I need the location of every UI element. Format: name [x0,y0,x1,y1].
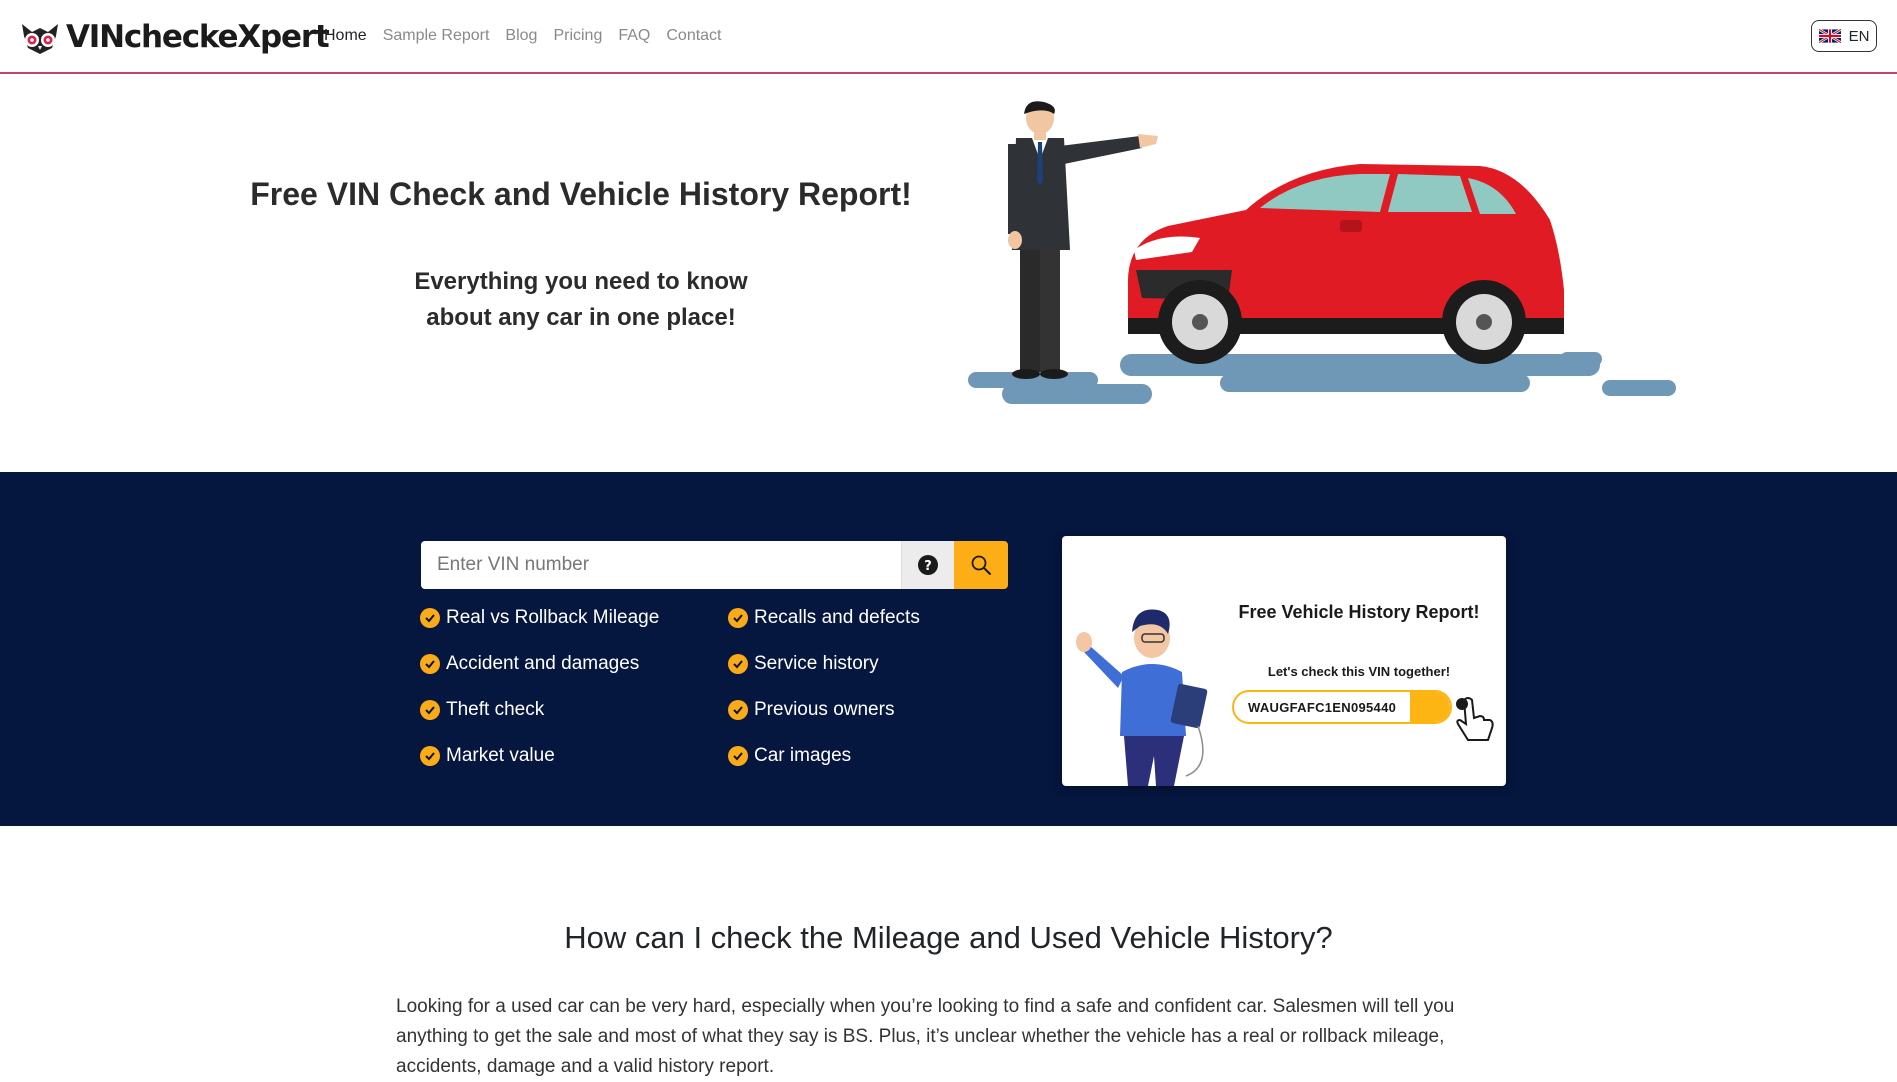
vin-search-button[interactable] [954,541,1008,589]
feature-item: Recalls and defects [728,607,920,629]
brand-name: VINcheckeXpert [66,18,330,55]
check-circle-icon [728,654,748,674]
section-body: Looking for a used car can be very hard,… [396,996,1455,1077]
logo[interactable]: VINcheckeXpert [18,14,330,60]
nav-contact[interactable]: Contact [666,27,721,45]
nav-faq[interactable]: FAQ [618,27,650,45]
feature-item: Service history [728,653,879,675]
hero-title: Free VIN Check and Vehicle History Repor… [250,176,912,212]
feature-item: Accident and damages [420,653,639,675]
puddle-shape [968,352,1676,404]
navbar: VINcheckeXpert Home Sample Report Blog P… [0,0,1897,74]
check-circle-icon [728,700,748,720]
nav-blog[interactable]: Blog [505,27,537,45]
owl-logo-icon [22,24,58,54]
nav-home[interactable]: Home [324,27,367,45]
check-circle-icon [420,654,440,674]
check-circle-icon [728,746,748,766]
vin-search-form: ? [421,541,1008,589]
salesman-car-illustration [968,101,1676,404]
check-circle-icon [728,608,748,628]
magnifier-icon [971,555,991,575]
hero-subtitle: Everything you need to know about any ca… [330,264,832,336]
feature-item: Real vs Rollback Mileage [420,607,659,629]
feature-label: Real vs Rollback Mileage [446,607,660,628]
promo-subtitle: Let's check this VIN together! [1267,664,1451,679]
check-circle-icon [420,700,440,720]
language-label: EN [1848,27,1870,45]
feature-label: Service history [754,653,879,674]
svg-text:?: ? [924,559,932,574]
feature-item: Theft check [420,699,544,721]
feature-item: Car images [728,745,851,767]
vin-help-button[interactable]: ? [901,541,954,589]
feature-label: Car images [754,745,852,766]
free-report-promo-card[interactable]: Free Vehicle History Report! Let's check… [1062,536,1506,786]
promo-vin-field: WAUGFAFC1EN095440 [1232,690,1452,724]
check-circle-icon [420,746,440,766]
nav-sample-report[interactable]: Sample Report [383,27,490,45]
feature-label: Recalls and defects [754,607,920,628]
promo-vin-button [1410,692,1450,722]
feature-label: Theft check [446,699,545,720]
vin-input[interactable] [421,541,901,589]
feature-item: Previous owners [728,699,894,721]
red-car-illustration [1127,164,1564,364]
man-with-tablet-illustration [1076,609,1208,786]
promo-title: Free Vehicle History Report! [1238,602,1480,622]
language-selector[interactable]: EN [1811,20,1877,52]
main-nav: Home Sample Report Blog Pricing FAQ Cont… [324,27,738,45]
search-section [0,472,1897,826]
feature-label: Accident and damages [446,653,640,674]
hero-subtitle-line-2: about any car in one place! [426,304,736,331]
feature-item: Market value [420,745,555,767]
feature-label: Market value [446,745,555,766]
question-circle-icon: ? [918,555,938,575]
section-title: How can I check the Mileage and Used Veh… [564,920,1333,955]
hero-subtitle-line-1: Everything you need to know [414,268,748,295]
salesman-figure [1008,101,1158,379]
pointing-hand-icon [1456,697,1494,741]
feature-label: Previous owners [754,699,895,720]
check-circle-icon [420,608,440,628]
nav-pricing[interactable]: Pricing [553,27,602,45]
promo-vin-value: WAUGFAFC1EN095440 [1248,700,1397,715]
uk-flag-icon [1818,29,1841,43]
